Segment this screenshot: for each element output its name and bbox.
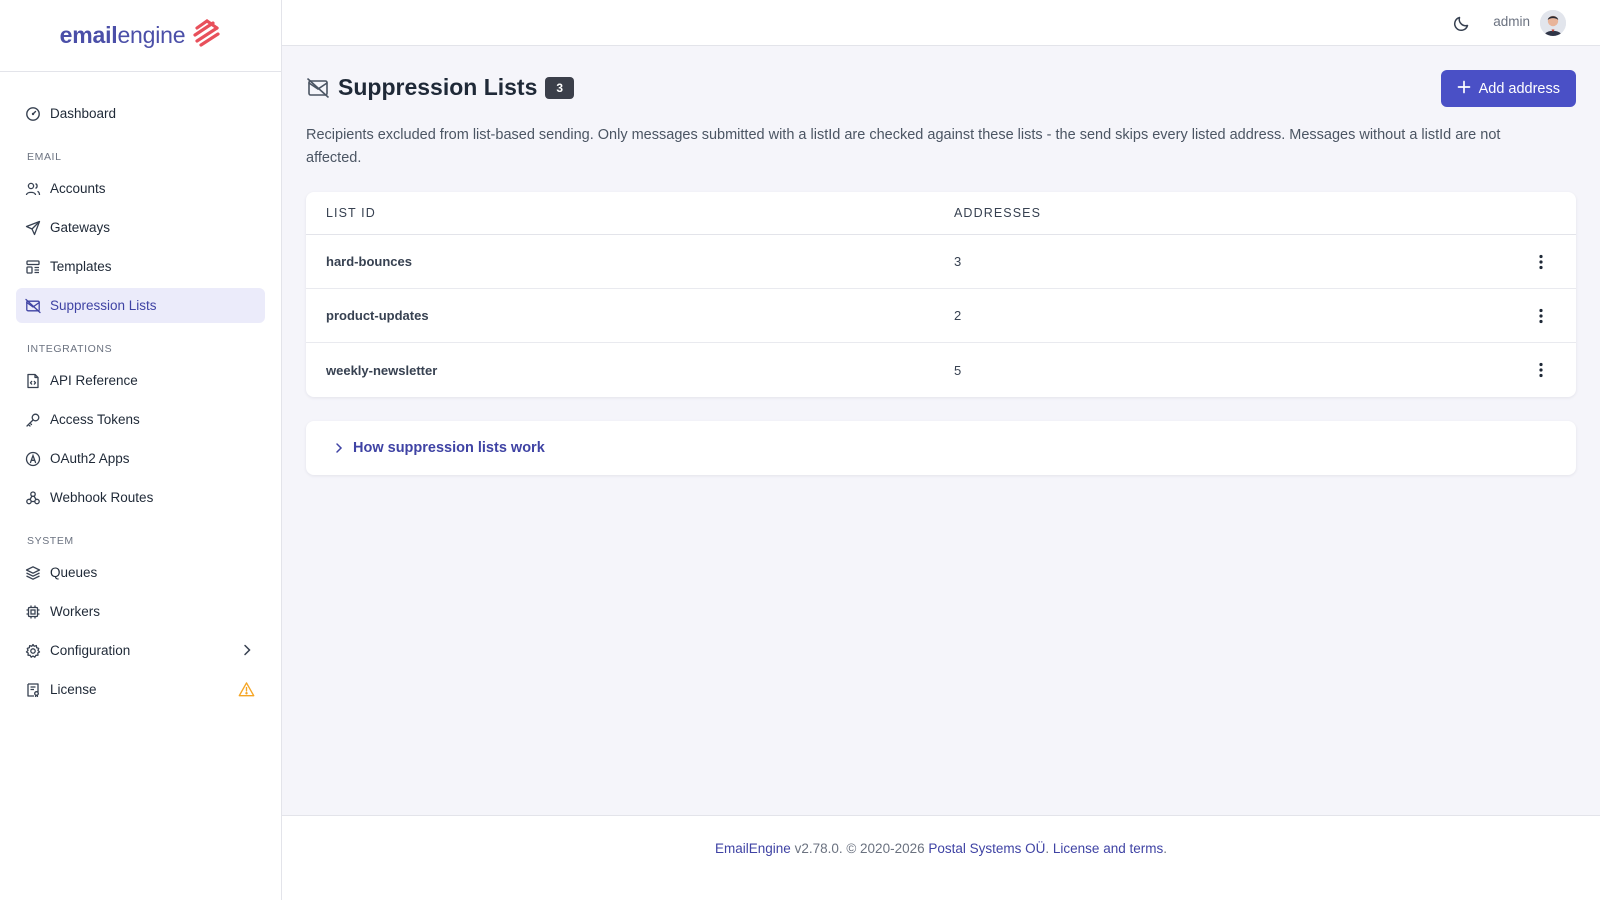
sidebar-item-dashboard[interactable]: Dashboard [16,96,265,131]
sidebar-item-label: OAuth2 Apps [50,451,130,466]
footer-text: EmailEngine v2.78.0. © 2020-2026 Postal … [715,841,1167,900]
suppression-lists-table: LIST ID ADDRESSES hard-bounces 3 product… [306,192,1576,397]
footer-version: v2.78.0. © 2020-2026 [790,841,929,856]
cpu-icon [25,604,41,620]
section-email: EMAIL [27,151,62,163]
stack-icon [25,565,41,581]
brand-logo[interactable]: emailengine [0,0,281,72]
column-header-list-id[interactable]: LIST ID [306,206,954,220]
table-row[interactable]: hard-bounces 3 [306,235,1576,289]
table-row[interactable]: weekly-newsletter 5 [306,343,1576,397]
sidebar-item-suppression-lists[interactable]: Suppression Lists [16,288,265,323]
sidebar-item-webhook-routes[interactable]: Webhook Routes [16,480,265,515]
moon-icon[interactable] [1452,13,1472,33]
sidebar-item-label: Gateways [50,220,111,235]
main-content: Suppression Lists 3 Add address Recipien… [282,46,1600,832]
sidebar: emailengine Dashboard EMAIL Accounts Gat… [0,0,282,900]
sidebar-item-label: Dashboard [50,106,117,121]
sidebar-item-label: Queues [50,565,98,580]
template-icon [25,259,41,275]
row-menu-icon[interactable] [1526,301,1556,331]
send-icon [25,220,41,236]
dashboard-icon [25,106,41,122]
sidebar-item-api-reference[interactable]: API Reference [16,363,265,398]
sidebar-item-accounts[interactable]: Accounts [16,171,265,206]
avatar[interactable] [1540,10,1566,36]
page-title: Suppression Lists [338,74,538,100]
license-icon [25,682,41,698]
sidebar-item-gateways[interactable]: Gateways [16,210,265,245]
chevron-right-icon [239,642,255,658]
webhook-icon [25,490,41,506]
plus-icon [1457,80,1471,98]
addresses-cell: 5 [954,362,962,378]
page-title-row: Suppression Lists 3 [306,74,575,101]
sidebar-item-label: Workers [50,604,101,619]
sidebar-nav: Dashboard EMAIL Accounts Gateways Templa… [0,72,281,707]
section-integrations: INTEGRATIONS [27,343,113,355]
key-icon [25,412,41,428]
sidebar-item-label: Access Tokens [50,412,140,427]
sidebar-item-templates[interactable]: Templates [16,249,265,284]
sidebar-item-queues[interactable]: Queues [16,555,265,590]
sidebar-item-label: Templates [50,259,112,274]
column-header-addresses[interactable]: ADDRESSES [954,206,1576,220]
gear-icon [25,643,41,659]
page-header: Suppression Lists 3 Add address [306,46,1576,124]
table-header: LIST ID ADDRESSES [306,192,1576,235]
sidebar-item-label: License [50,682,97,697]
footer-period: . [1163,841,1167,856]
count-badge: 3 [545,76,575,99]
sidebar-item-access-tokens[interactable]: Access Tokens [16,402,265,437]
file-code-icon [25,373,41,389]
chevron-right-icon [332,441,346,455]
mail-off-icon [25,298,41,314]
logo-icon [191,18,221,53]
section-system: SYSTEM [27,535,74,547]
list-id-cell[interactable]: hard-bounces [306,254,954,269]
add-address-label: Add address [1478,80,1560,97]
add-address-button[interactable]: Add address [1440,70,1576,107]
sidebar-item-label: API Reference [50,373,138,388]
sidebar-item-label: Suppression Lists [50,298,157,313]
sidebar-item-label: Webhook Routes [50,490,154,505]
list-id-cell[interactable]: product-updates [306,308,954,323]
list-id-cell[interactable]: weekly-newsletter [306,363,954,378]
users-icon [25,181,41,197]
mail-off-icon [306,76,330,100]
sidebar-item-workers[interactable]: Workers [16,594,265,629]
footer-product-link[interactable]: EmailEngine [715,841,791,856]
sidebar-item-label: Configuration [50,643,131,658]
table-row[interactable]: product-updates 2 [306,289,1576,343]
footer: EmailEngine v2.78.0. © 2020-2026 Postal … [282,815,1600,900]
sidebar-item-configuration[interactable]: Configuration [16,633,265,668]
row-menu-icon[interactable] [1526,355,1556,385]
username-label[interactable]: admin [1493,14,1530,29]
page-description: Recipients excluded from list-based send… [306,127,1501,166]
help-accordion[interactable]: How suppression lists work [306,421,1576,475]
footer-license-link[interactable]: License and terms [1053,841,1163,856]
row-menu-icon[interactable] [1526,247,1556,277]
topbar: admin [282,0,1600,46]
addresses-cell: 2 [954,308,962,323]
footer-company-link[interactable]: Postal Systems OÜ [928,841,1045,856]
brand-wordmark: emailengine [59,22,186,48]
sidebar-item-label: Accounts [50,181,106,196]
warning-icon [238,681,255,698]
footer-separator: . [1045,841,1053,856]
help-accordion-title: How suppression lists work [353,440,545,456]
sidebar-item-license[interactable]: License [16,672,265,707]
oauth-icon [25,451,41,467]
sidebar-item-oauth2-apps[interactable]: OAuth2 Apps [16,441,265,476]
addresses-cell: 3 [954,254,962,269]
